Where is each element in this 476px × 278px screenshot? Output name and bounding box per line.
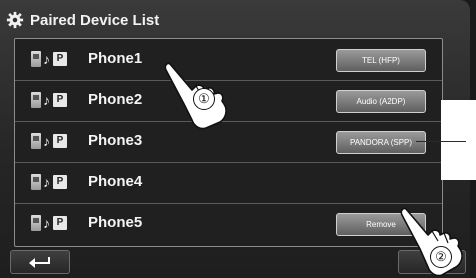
music-note-icon: ♪	[43, 215, 50, 231]
phone-icon	[31, 174, 41, 190]
phone-icon	[31, 92, 41, 108]
page-title: Paired Device List	[30, 11, 160, 29]
device-name: Phone5	[88, 214, 143, 231]
phone-icon	[31, 133, 41, 149]
row-icons: ♪ P	[31, 92, 67, 108]
music-note-icon: ♪	[43, 133, 50, 149]
gear-icon	[6, 11, 24, 29]
row-icons: ♪ P	[31, 174, 67, 190]
pandora-spp-button[interactable]: PANDORA (SPP)	[336, 131, 426, 154]
device-name: Phone1	[88, 50, 143, 67]
phone-icon	[31, 51, 41, 67]
device-name: Phone4	[88, 173, 143, 190]
p-badge-icon: P	[53, 93, 67, 107]
row-icons: ♪ P	[31, 215, 67, 231]
tel-hfp-button[interactable]: TEL (HFP)	[336, 49, 426, 72]
row-icons: ♪ P	[31, 133, 67, 149]
step-2-marker: ②	[430, 246, 452, 268]
p-badge-icon: P	[53, 52, 67, 66]
p-badge-icon: P	[53, 175, 67, 189]
music-note-icon: ♪	[43, 174, 50, 190]
device-name: Phone3	[88, 132, 143, 149]
audio-a2dp-button[interactable]: Audio (A2DP)	[336, 90, 426, 113]
p-badge-icon: P	[53, 134, 67, 148]
device-row-phone4[interactable]: ♪ P Phone4	[15, 162, 442, 204]
callout-area	[441, 100, 476, 180]
back-button[interactable]	[10, 250, 70, 274]
phone-icon	[31, 215, 41, 231]
return-arrow-icon	[29, 257, 50, 268]
music-note-icon: ♪	[43, 51, 50, 67]
callout-line	[416, 141, 466, 142]
row-icons: ♪ P	[31, 51, 67, 67]
device-row-phone5[interactable]: ♪ P Phone5 Remove	[15, 203, 442, 244]
music-note-icon: ♪	[43, 92, 50, 108]
p-badge-icon: P	[53, 216, 67, 230]
step-1-marker: ①	[193, 88, 215, 110]
header: Paired Device List	[6, 8, 306, 32]
device-name: Phone2	[88, 91, 143, 108]
